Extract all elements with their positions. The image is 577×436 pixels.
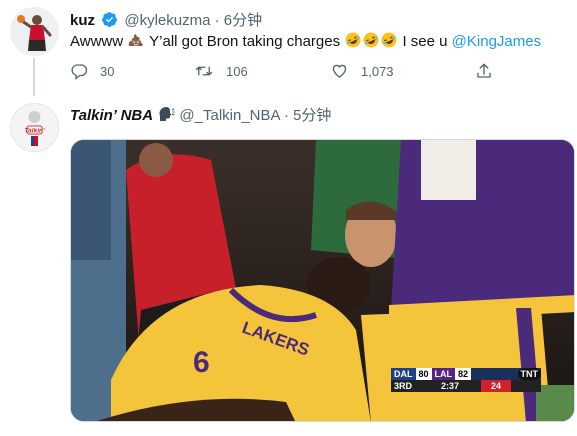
share-button[interactable]	[475, 62, 493, 80]
tweet-text: Awwww Y’all got Bron taking charges I se…	[70, 31, 541, 55]
thread-connector-line	[33, 58, 35, 96]
avatar-logo-text: Talkin'	[24, 128, 45, 135]
game-clock: 2:37	[440, 381, 459, 391]
reply-icon	[71, 64, 88, 80]
away-team: DAL	[391, 368, 416, 380]
rofl-emoji-icon	[362, 31, 380, 55]
quarter: 3RD	[394, 381, 413, 391]
away-score: 80	[415, 368, 432, 380]
scorebug-score-row: DAL 80 LAL 82 TNT	[391, 368, 541, 380]
retweet-count: 106	[226, 63, 248, 79]
like-button[interactable]: 1,073	[330, 62, 394, 80]
text-segment: Y’all got Bron taking charges	[149, 33, 341, 50]
like-count: 1,073	[361, 63, 394, 79]
separator-dot: ·	[214, 12, 220, 29]
player-purple-shorts	[391, 140, 574, 310]
text-segment: Awwww	[70, 33, 124, 50]
rofl-emoji-icon	[380, 31, 398, 55]
timestamp[interactable]: 6分钟	[224, 12, 262, 29]
retweet-button[interactable]: 106	[194, 62, 248, 80]
tweet-kuzma[interactable]: kuz @kylekuzma · 6分钟 Awwww Y’all got Bro…	[0, 0, 577, 96]
reply-button[interactable]: 30	[70, 62, 114, 80]
timestamp[interactable]: 5分钟	[293, 107, 331, 124]
user-handle[interactable]: @kylekuzma	[124, 12, 210, 29]
display-name[interactable]: Talkin’ NBA	[70, 107, 153, 124]
tweet-header: kuz @kylekuzma · 6分钟	[70, 9, 262, 32]
tweet-actions: 30 106 1,073	[70, 62, 510, 82]
scorebug-clock-row: 3RD 2:37 24	[391, 380, 541, 392]
home-team: LAL	[431, 368, 456, 380]
shot-clock: 24	[481, 380, 511, 392]
tv-scorebug: DAL 80 LAL 82 TNT 3RD 2:37 24	[391, 368, 541, 392]
verified-badge-icon	[101, 11, 118, 32]
share-icon	[477, 63, 491, 78]
network-logo: TNT	[517, 368, 541, 380]
avatar-kuz[interactable]	[10, 7, 59, 56]
display-name[interactable]: kuz	[70, 12, 95, 29]
speaking-head-emoji-icon	[157, 105, 175, 127]
tweet-media-image[interactable]: LAKERS 6 DAL 80 LAL 82 TNT 3RD 2:37 24	[70, 139, 575, 422]
avatar-talkin-nba[interactable]: Talkin'	[10, 103, 59, 152]
separator-dot: ·	[283, 107, 289, 124]
user-handle[interactable]: @_Talkin_NBA	[179, 107, 279, 124]
text-segment: I see u	[402, 33, 448, 50]
rofl-emoji-icon	[344, 31, 362, 55]
jersey-number-text: 6	[193, 346, 210, 379]
tweet-header: Talkin’ NBA @_Talkin_NBA · 5分钟	[70, 104, 331, 127]
poop-emoji-icon	[127, 31, 145, 55]
home-score: 82	[455, 368, 472, 380]
retweet-icon	[195, 66, 213, 76]
mention-link[interactable]: @KingJames	[452, 33, 541, 50]
heart-icon	[332, 64, 347, 78]
reply-count: 30	[100, 63, 115, 79]
